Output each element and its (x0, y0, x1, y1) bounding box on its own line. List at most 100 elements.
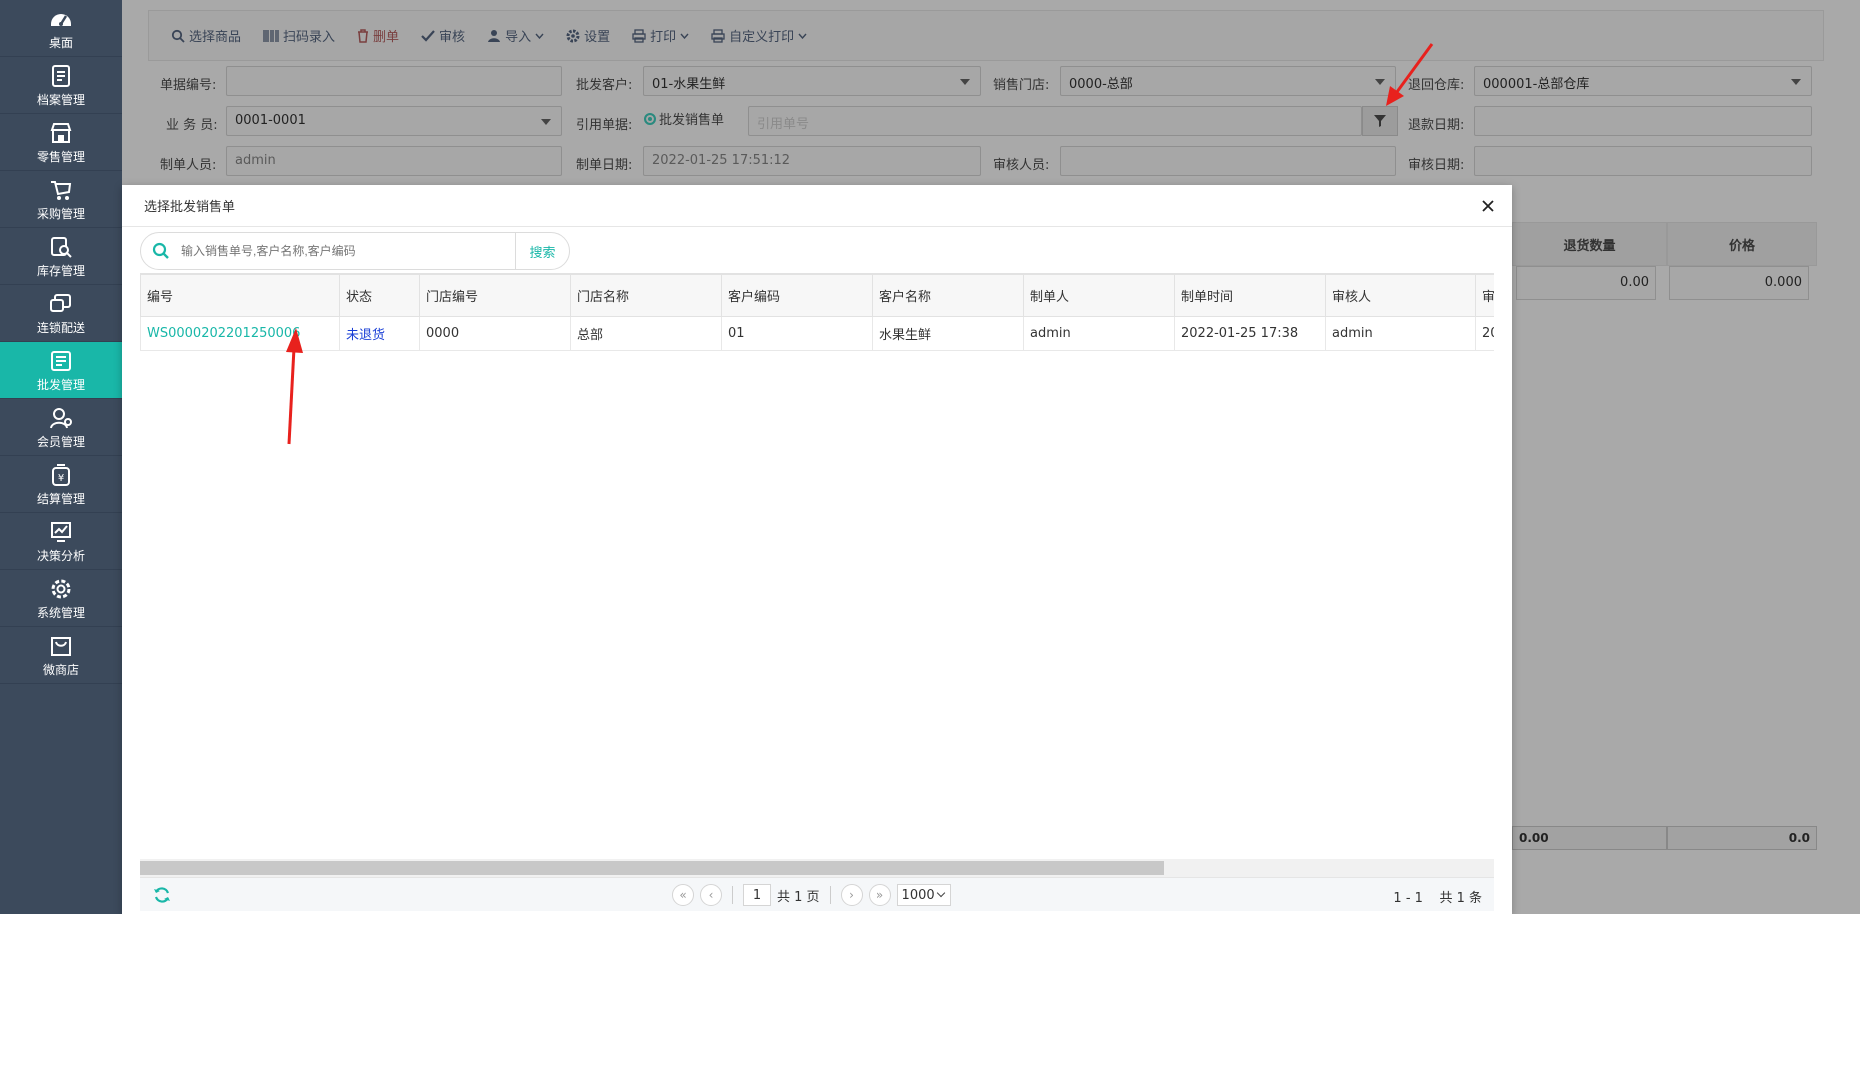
shop-icon (48, 633, 74, 659)
record-range: 1 - 1 (1393, 891, 1423, 906)
sidebar-item-label: 系统管理 (36, 605, 85, 620)
make-date-field[interactable]: 2022-01-25 17:51:12 (643, 146, 981, 176)
sidebar-item-member[interactable]: 会员管理 (0, 399, 122, 456)
bg-qty-cell[interactable]: 0.00 (1516, 266, 1656, 300)
sidebar-item-label: 连锁配送 (36, 320, 85, 335)
record-total: 共 1 条 (1439, 891, 1482, 906)
column-header[interactable]: 制单人 (1023, 274, 1175, 317)
divider (829, 886, 831, 904)
auditor-label: 审核人员: (993, 158, 1050, 173)
customer-label: 批发客户: (576, 78, 633, 93)
sidebar-item-retail[interactable]: 零售管理 (0, 114, 122, 171)
refund-date-field[interactable] (1474, 106, 1812, 136)
select-goods-button[interactable]: 选择商品 (171, 26, 241, 45)
sidebar-item-purchase[interactable]: 采购管理 (0, 171, 122, 228)
import-button[interactable]: 导入 (487, 26, 544, 45)
sidebar-item-label: 决策分析 (36, 548, 85, 563)
sidebar-item-shop[interactable]: 微商店 (0, 627, 122, 684)
chevron-down-icon (936, 888, 945, 898)
filter-button[interactable] (1362, 106, 1398, 136)
settlement-icon: ¥ (48, 462, 74, 488)
select-order-dialog: 选择批发销售单 搜索 编号 状态 门店编号 (122, 185, 1512, 914)
sidebar-item-analysis[interactable]: 决策分析 (0, 513, 122, 570)
store-label: 销售门店: (993, 78, 1050, 93)
dialog-header: 选择批发销售单 (122, 185, 1512, 227)
pager-summary: 1 - 1 共 1 条 (1393, 887, 1482, 906)
audit-button[interactable]: 审核 (421, 26, 465, 45)
scan-input-button[interactable]: 扫码录入 (263, 26, 335, 45)
settings-icon (48, 576, 74, 602)
sidebar-item-label: 微商店 (42, 662, 79, 677)
close-icon[interactable] (1480, 198, 1496, 214)
bg-footer-qty: 0.00 (1512, 826, 1667, 850)
refresh-icon[interactable] (152, 885, 172, 905)
first-page-button[interactable]: « (672, 884, 694, 906)
warehouse-label: 退回仓库: (1408, 78, 1465, 93)
total-pages-text: 共 1 页 (777, 889, 820, 905)
divider (732, 886, 733, 904)
sidebar-item-wholesale[interactable]: 批发管理 (0, 342, 122, 399)
column-header[interactable]: 客户名称 (872, 274, 1024, 317)
column-header[interactable]: 门店编号 (419, 274, 571, 317)
custom-print-button[interactable]: 自定义打印 (711, 26, 807, 45)
audit-date-label: 审核日期: (1408, 158, 1465, 173)
sidebar-item-system[interactable]: 系统管理 (0, 570, 122, 627)
column-header[interactable]: 审 (1475, 274, 1494, 317)
maker-field[interactable]: admin (226, 146, 562, 176)
sidebar-item-label: 采购管理 (36, 206, 85, 221)
sidebar-item-label: 档案管理 (36, 92, 85, 107)
audit-date-field[interactable] (1474, 146, 1812, 176)
print-button[interactable]: 打印 (632, 26, 689, 45)
barcode-icon (263, 29, 279, 42)
sidebar-item-archive[interactable]: 档案管理 (0, 57, 122, 114)
check-icon (421, 29, 435, 42)
search-input[interactable] (181, 236, 515, 266)
analysis-icon (48, 519, 74, 545)
column-header[interactable]: 制单时间 (1174, 274, 1326, 317)
sidebar-item-settlement[interactable]: ¥ 结算管理 (0, 456, 122, 513)
warehouse-select[interactable]: 000001-总部仓库 (1474, 66, 1812, 96)
pager-controls: « ‹ 1 共 1 页 › » 1000 (672, 884, 951, 906)
search-button[interactable]: 搜索 (515, 233, 569, 269)
column-header[interactable]: 状态 (339, 274, 420, 317)
ref-no-field[interactable]: 引用单号 (748, 106, 1362, 136)
scrollbar-thumb[interactable] (140, 861, 1164, 875)
inventory-icon (48, 234, 74, 260)
delete-button[interactable]: 删单 (357, 26, 399, 45)
bg-price-cell[interactable]: 0.000 (1669, 266, 1809, 300)
doc-no-field[interactable] (226, 66, 562, 96)
column-header[interactable]: 客户编码 (721, 274, 873, 317)
column-header[interactable]: 审核人 (1325, 274, 1476, 317)
order-number-link[interactable]: WS0000202201250006 (140, 316, 340, 351)
trash-icon (358, 28, 369, 43)
column-header[interactable]: 门店名称 (570, 274, 722, 317)
page-number-input[interactable]: 1 (743, 884, 771, 906)
sidebar-item-desktop[interactable]: 桌面 (0, 0, 122, 57)
prev-page-button[interactable]: ‹ (700, 884, 722, 906)
sidebar-item-delivery[interactable]: 连锁配送 (0, 285, 122, 342)
last-page-button[interactable]: » (868, 884, 891, 906)
sidebar-item-inventory[interactable]: 库存管理 (0, 228, 122, 285)
page-size-select[interactable]: 1000 (896, 884, 951, 906)
grid-header-row: 编号 状态 门店编号 门店名称 客户编码 客户名称 制单人 制单时间 审核人 审 (140, 274, 1494, 317)
toolbar: 选择商品 扫码录入 删单 审核 导入 设置 打印 自定义打印 (148, 10, 1824, 61)
customer-select[interactable]: 01-水果生鲜 (643, 66, 981, 96)
store-code-cell: 0000 (419, 316, 571, 351)
purchase-icon (48, 177, 74, 203)
sidebar-item-label: 批发管理 (36, 377, 85, 392)
customer-code-cell: 01 (721, 316, 873, 351)
ref-radio[interactable]: 批发销售单 (644, 109, 724, 128)
column-header[interactable]: 编号 (140, 274, 340, 317)
next-page-button[interactable]: › (840, 884, 863, 906)
auditor-cell: admin (1325, 316, 1476, 351)
settings-button[interactable]: 设置 (566, 26, 610, 45)
table-row[interactable]: WS0000202201250006 未退货 0000 总部 01 水果生鲜 a… (140, 316, 1494, 351)
chevron-down-icon (798, 33, 807, 39)
store-select[interactable]: 0000-总部 (1060, 66, 1396, 96)
maker-cell: admin (1023, 316, 1175, 351)
horizontal-scrollbar[interactable] (140, 859, 1494, 877)
salesman-select[interactable]: 0001-0001 (226, 106, 562, 136)
auditor-field[interactable] (1060, 146, 1396, 176)
printer-icon (632, 28, 646, 43)
printer-icon (711, 28, 725, 43)
